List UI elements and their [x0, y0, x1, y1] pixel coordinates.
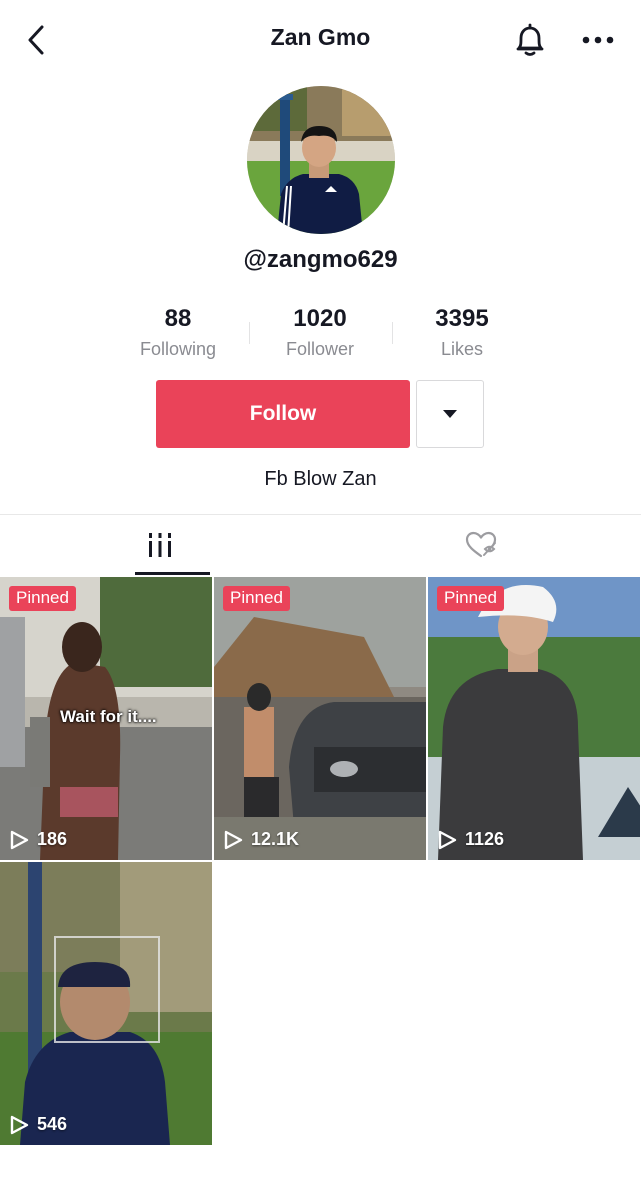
grid-bars-icon [149, 533, 171, 557]
stat-following[interactable]: 88 Following [108, 305, 248, 360]
caret-down-icon [443, 410, 457, 418]
view-count: 186 [9, 829, 67, 850]
play-outline-icon [10, 830, 29, 849]
follower-count: 1020 [293, 305, 347, 332]
more-options-button[interactable] [576, 20, 620, 60]
likes-label: Likes [440, 339, 484, 359]
username: @zangmo629 [243, 246, 398, 273]
following-label: Following [139, 339, 217, 359]
view-count: 1126 [437, 829, 504, 850]
view-count: 12.1K [223, 829, 299, 850]
pinned-badge: Pinned [223, 586, 290, 611]
video-thumbnail[interactable]: Pinned 12.1K [214, 577, 426, 860]
video-thumbnail-image [214, 577, 426, 860]
stat-likes: 3395 Likes [392, 305, 532, 360]
more-horizontal-icon [582, 36, 614, 44]
view-count-text: 12.1K [251, 829, 300, 849]
suggested-accounts-button[interactable] [416, 380, 484, 448]
play-outline-icon [438, 830, 457, 849]
video-thumbnail[interactable]: Pinned 1126 [428, 577, 640, 860]
bio: Fb Blow Zan [264, 468, 377, 490]
video-thumbnail-image [0, 862, 212, 1145]
pinned-badge: Pinned [437, 586, 504, 611]
stat-follower[interactable]: 1020 Follower [250, 305, 390, 360]
play-outline-icon [224, 830, 243, 849]
pinned-badge: Pinned [9, 586, 76, 611]
video-thumbnail[interactable]: Wait for it.... Pinned 186 [0, 577, 212, 860]
chevron-left-icon [28, 25, 44, 55]
top-bar: Zan Gmo [0, 0, 641, 80]
notifications-button[interactable] [510, 20, 550, 60]
following-count: 88 [164, 305, 192, 332]
heart-hidden-icon [465, 531, 496, 558]
active-tab-indicator [135, 572, 210, 575]
follower-label: Follower [285, 339, 355, 359]
video-thumbnail[interactable]: 546 [0, 862, 212, 1145]
tab-videos[interactable] [0, 515, 320, 575]
video-thumbnail-image [428, 577, 640, 860]
tab-liked[interactable] [320, 515, 641, 575]
view-count-text: 1126 [465, 829, 505, 849]
play-outline-icon [10, 1115, 29, 1134]
view-count: 546 [9, 1114, 67, 1135]
video-caption-overlay: Wait for it.... [60, 707, 157, 726]
back-button[interactable] [20, 22, 52, 58]
view-count-text: 186 [37, 829, 68, 849]
avatar-image [247, 86, 395, 234]
likes-count: 3395 [435, 305, 489, 332]
view-count-text: 546 [37, 1114, 68, 1134]
follow-button[interactable]: Follow [156, 380, 410, 448]
avatar[interactable] [247, 86, 395, 234]
bell-icon [516, 23, 544, 56]
